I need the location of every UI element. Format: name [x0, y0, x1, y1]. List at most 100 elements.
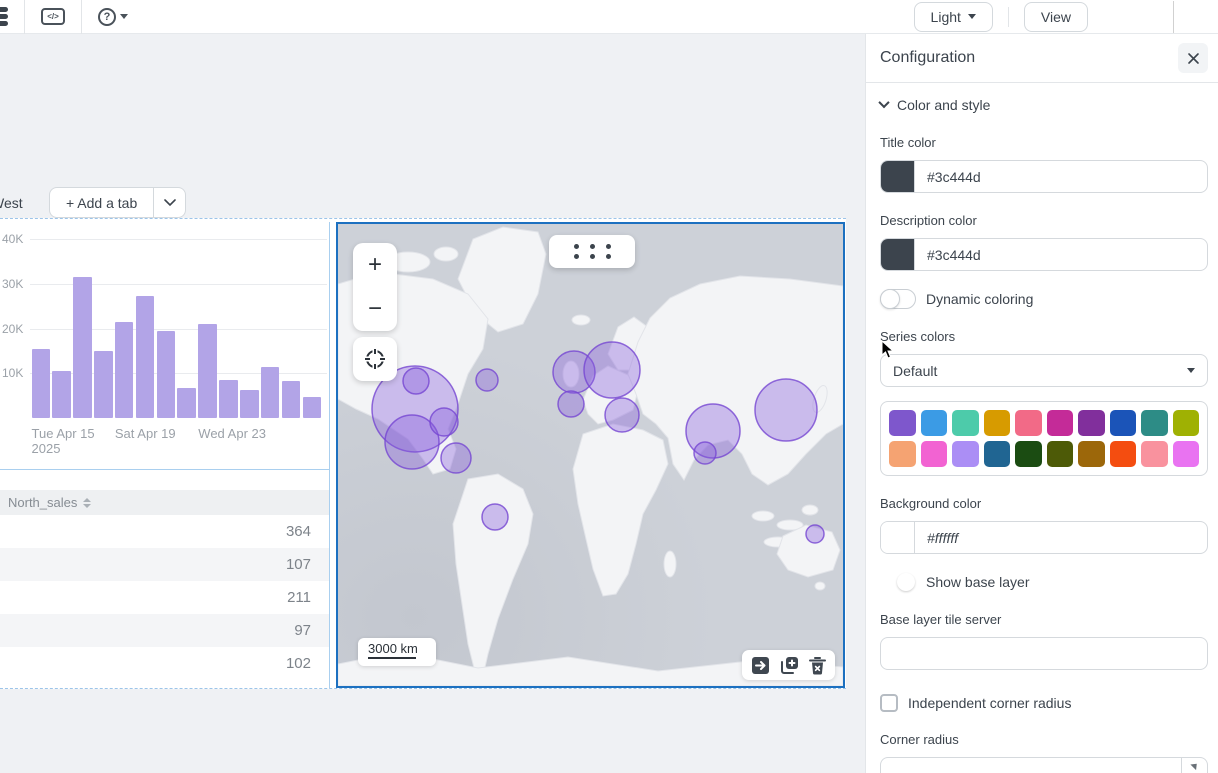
table-row[interactable]: 97 [0, 614, 329, 647]
app-logo-icon[interactable] [0, 0, 18, 34]
section-color-and-style[interactable]: Color and style [880, 93, 1208, 115]
map-bubble[interactable] [558, 391, 584, 417]
palette-swatch[interactable] [1173, 410, 1200, 436]
show-base-layer-toggle-row[interactable]: Show base layer [880, 572, 1208, 592]
save-options-button[interactable] [1173, 1, 1215, 33]
base-tile-server-label: Base layer tile server [880, 612, 1208, 627]
palette-swatch[interactable] [921, 410, 948, 436]
chart-bar[interactable] [303, 397, 322, 418]
add-tab-button[interactable]: + Add a tab [50, 188, 153, 217]
map-bubble[interactable] [806, 525, 824, 543]
table-row[interactable]: 364 [0, 515, 329, 548]
palette-swatch[interactable] [889, 441, 916, 467]
palette-swatch[interactable] [889, 410, 916, 436]
add-tab-options-button[interactable] [153, 188, 185, 217]
view-button[interactable]: View [1024, 2, 1088, 32]
background-color-field[interactable] [915, 522, 1207, 553]
title-color-swatch[interactable] [881, 161, 915, 192]
palette-swatch[interactable] [1015, 441, 1042, 467]
independent-corner-radius-checkbox[interactable] [880, 694, 898, 712]
zoom-out-button[interactable]: − [353, 287, 397, 331]
map-bubble[interactable] [482, 504, 508, 530]
geolocate-button[interactable] [353, 337, 397, 381]
code-icon: </> [41, 8, 65, 25]
stepper-up-icon [1190, 761, 1199, 770]
zoom-in-button[interactable]: + [353, 243, 397, 287]
table-row[interactable]: 107 [0, 548, 329, 581]
table-header[interactable]: North_sales [0, 490, 329, 515]
chart-bar[interactable] [219, 380, 238, 418]
palette-swatch[interactable] [1173, 441, 1200, 467]
palette-swatch[interactable] [1110, 410, 1137, 436]
chart-bar[interactable] [261, 367, 280, 418]
palette-swatch[interactable] [1078, 410, 1105, 436]
dynamic-coloring-toggle[interactable] [880, 289, 916, 309]
chart-bar[interactable] [282, 381, 301, 418]
chevron-down-icon [1187, 368, 1195, 373]
stepper-buttons[interactable] [1181, 758, 1207, 773]
palette-swatch[interactable] [1141, 410, 1168, 436]
tab-west[interactable]: West [0, 195, 31, 211]
title-color-input [880, 160, 1208, 193]
palette-swatch[interactable] [952, 410, 979, 436]
chart-bar[interactable] [240, 390, 259, 418]
map-bubble[interactable] [441, 443, 471, 473]
corner-radius-field[interactable] [880, 757, 1208, 773]
palette-swatch[interactable] [1141, 441, 1168, 467]
palette-swatch[interactable] [921, 441, 948, 467]
palette-swatch[interactable] [1047, 410, 1074, 436]
theme-dropdown[interactable]: Light [914, 2, 993, 32]
chart-bar[interactable] [94, 351, 113, 418]
table-row[interactable]: 102 [0, 647, 329, 680]
chart-bar[interactable] [32, 349, 51, 418]
dynamic-coloring-toggle-row[interactable]: Dynamic coloring [880, 289, 1208, 309]
map-bubble[interactable] [694, 442, 716, 464]
save-button[interactable]: Save [1097, 1, 1173, 33]
duplicate-icon[interactable] [780, 656, 799, 675]
map-bubble[interactable] [584, 342, 640, 398]
table-row[interactable]: 211 [0, 581, 329, 614]
delete-icon[interactable] [809, 656, 826, 675]
table-cell-value: 107 [286, 556, 311, 573]
chart-bar[interactable] [198, 324, 217, 418]
chart-bar[interactable] [177, 388, 196, 418]
open-in-editor-icon[interactable] [751, 656, 770, 675]
help-menu-button[interactable]: ? [88, 0, 138, 34]
description-color-swatch[interactable] [881, 239, 915, 270]
code-embed-button[interactable]: </> [31, 0, 75, 34]
palette-swatch[interactable] [1047, 441, 1074, 467]
series-colors-select[interactable]: Default [880, 354, 1208, 387]
chart-bar[interactable] [52, 371, 71, 418]
bar-chart-widget[interactable]: 40K30K20K10KTue Apr 15 2025Sat Apr 19Wed… [0, 222, 330, 469]
close-panel-button[interactable] [1178, 43, 1208, 73]
map-bubble[interactable] [430, 408, 458, 436]
table-widget[interactable]: North_sales 364 107 21197102 [0, 469, 330, 688]
y-axis-tick-label: 30K [2, 277, 23, 291]
palette-swatch[interactable] [1015, 410, 1042, 436]
chart-bar[interactable] [115, 322, 134, 418]
map-widget[interactable]: + − 3000 km [336, 222, 845, 688]
palette-swatch[interactable] [1078, 441, 1105, 467]
background-color-swatch[interactable] [881, 522, 915, 553]
map-bubble[interactable] [755, 379, 817, 441]
show-base-layer-toggle[interactable] [880, 572, 916, 592]
chevron-down-icon [164, 199, 176, 207]
drag-dots-icon [574, 244, 611, 259]
map-bubble[interactable] [476, 369, 498, 391]
palette-swatch[interactable] [984, 410, 1011, 436]
chart-bar[interactable] [157, 331, 176, 418]
map-bubble[interactable] [403, 368, 429, 394]
map-zoom-control: + − [353, 243, 397, 331]
chart-bar[interactable] [136, 296, 155, 418]
widget-drag-handle[interactable] [549, 235, 635, 268]
palette-swatch[interactable] [984, 441, 1011, 467]
description-color-field[interactable] [915, 239, 1207, 270]
map-bubble[interactable] [605, 398, 639, 432]
base-tile-server-field[interactable] [880, 637, 1208, 670]
sort-icon [83, 498, 91, 508]
title-color-field[interactable] [915, 161, 1207, 192]
chart-bar[interactable] [73, 277, 92, 418]
independent-corner-radius-row[interactable]: Independent corner radius [880, 694, 1208, 712]
palette-swatch[interactable] [1110, 441, 1137, 467]
palette-swatch[interactable] [952, 441, 979, 467]
